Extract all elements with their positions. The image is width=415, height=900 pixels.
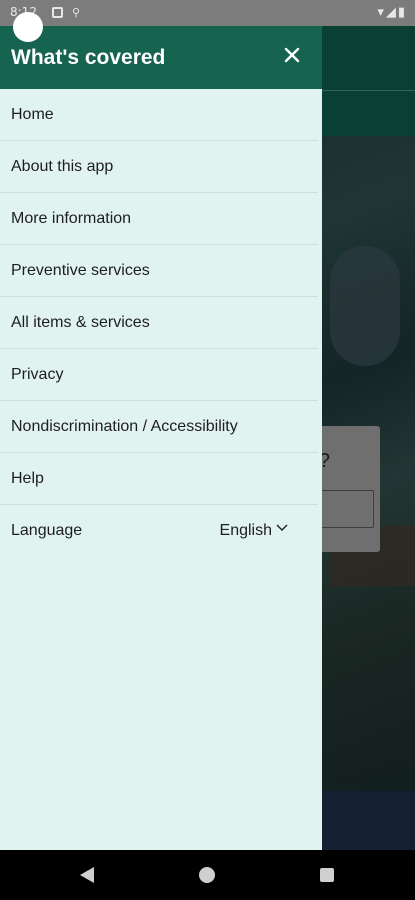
menu-item-help[interactable]: Help bbox=[0, 453, 318, 505]
menu-item-label: Preventive services bbox=[11, 261, 150, 279]
status-bar: 8:12 ⚲ ▾◢▮ bbox=[0, 0, 415, 26]
recents-icon[interactable] bbox=[320, 868, 334, 882]
language-row: Language English bbox=[0, 505, 318, 557]
menu-item-about[interactable]: About this app bbox=[0, 141, 318, 193]
menu-item-label: Privacy bbox=[11, 365, 64, 383]
language-select[interactable]: English bbox=[220, 522, 288, 540]
language-label: Language bbox=[11, 522, 83, 539]
notification-icon bbox=[52, 7, 63, 18]
notification-icon-2: ⚲ bbox=[72, 7, 81, 19]
navigation-drawer: What's covered Home About this app More … bbox=[0, 26, 322, 850]
menu-item-home[interactable]: Home bbox=[0, 89, 318, 141]
menu-item-more-information[interactable]: More information bbox=[0, 193, 318, 245]
close-icon bbox=[284, 47, 300, 63]
language-value: English bbox=[219, 522, 272, 539]
status-icons: ▾◢▮ bbox=[377, 4, 407, 19]
menu-item-label: Help bbox=[11, 469, 44, 487]
chevron-down-icon bbox=[276, 524, 288, 531]
menu-item-label: About this app bbox=[11, 157, 114, 175]
menu-item-label: All items & services bbox=[11, 313, 150, 331]
menu-item-all-items-services[interactable]: All items & services bbox=[0, 297, 318, 349]
menu-item-label: Nondiscrimination / Accessibility bbox=[11, 417, 238, 435]
menu-item-label: Home bbox=[11, 105, 54, 123]
back-icon[interactable] bbox=[80, 867, 94, 883]
menu-item-preventive-services[interactable]: Preventive services bbox=[0, 245, 318, 297]
menu-item-nondiscrimination[interactable]: Nondiscrimination / Accessibility bbox=[0, 401, 318, 453]
drawer-menu: Home About this app More information Pre… bbox=[0, 89, 322, 557]
close-button[interactable] bbox=[278, 41, 306, 69]
menu-item-privacy[interactable]: Privacy bbox=[0, 349, 318, 401]
system-nav-bar bbox=[0, 850, 415, 900]
drawer-title: What's covered bbox=[11, 46, 166, 69]
menu-item-label: More information bbox=[11, 209, 132, 227]
home-icon[interactable] bbox=[199, 867, 215, 883]
drawer-header: What's covered bbox=[0, 26, 322, 89]
camera-cutout bbox=[13, 12, 43, 42]
